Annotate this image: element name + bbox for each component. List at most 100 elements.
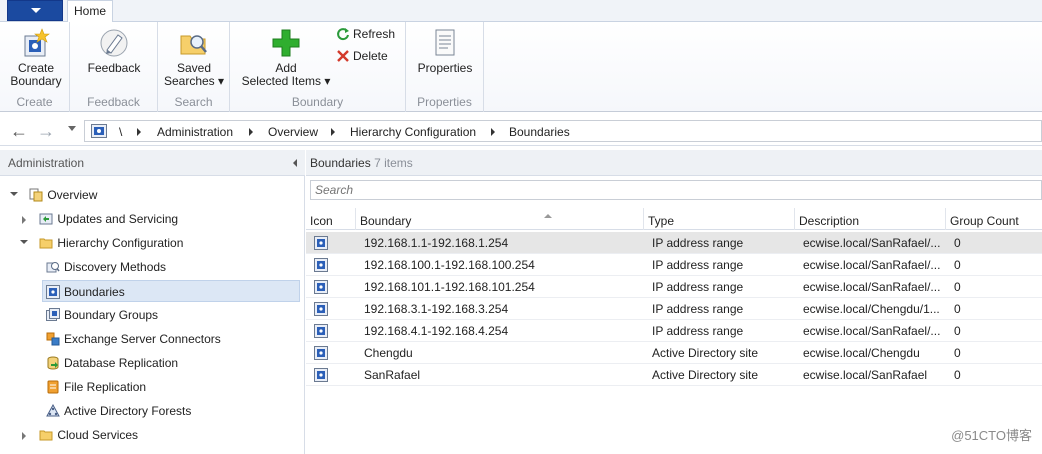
tree-item-active-directory-forests[interactable]: Active Directory Forests (46, 400, 191, 422)
tree-item-file-replication[interactable]: File Replication (46, 376, 146, 398)
boundary-groups-icon (46, 307, 60, 321)
cell-description: ecwise.local/Chengdu (803, 346, 920, 360)
group-label-boundary: Boundary (291, 95, 344, 109)
application-menu-button[interactable] (7, 0, 63, 21)
refresh-button[interactable]: Refresh (336, 26, 395, 42)
tree-item-exchange-server-connectors[interactable]: Exchange Server Connectors (46, 328, 221, 350)
console-root-icon (91, 124, 107, 141)
table-row[interactable]: 192.168.1.1-192.168.1.254 IP address rang… (306, 232, 1042, 254)
search-input[interactable] (311, 181, 1041, 199)
feedback-pen-icon (98, 27, 130, 59)
delete-x-icon (336, 49, 350, 63)
cell-group-count: 0 (954, 258, 961, 272)
ribbon-group-feedback: Feedback Feedback (70, 22, 158, 112)
cell-group-count: 0 (954, 280, 961, 294)
create-boundary-button[interactable]: Create Boundary (8, 27, 64, 88)
tree-item-hierarchy-configuration[interactable]: Hierarchy Configuration (20, 232, 183, 254)
properties-icon (429, 27, 461, 59)
tree-expander-icon[interactable] (22, 432, 26, 440)
ribbon-tab-bar: Home (0, 0, 1042, 23)
breadcrumb-boundaries[interactable]: Boundaries (509, 125, 570, 139)
collapse-pane-icon[interactable] (293, 159, 297, 167)
column-header-icon[interactable]: Icon (306, 208, 356, 230)
table-row[interactable]: Chengdu Active Directory site ecwise.local… (306, 342, 1042, 364)
tree-item-cloud-services[interactable]: Cloud Services (20, 424, 138, 446)
breadcrumb-hierarchy-configuration[interactable]: Hierarchy Configuration (350, 125, 476, 139)
results-pane: Boundaries 7 items Icon Boundary Type De… (306, 150, 1042, 454)
create-boundary-icon (20, 27, 52, 59)
tree-label-overview: Overview (47, 188, 98, 202)
boundary-icon (314, 367, 328, 389)
cell-type: IP address range (652, 302, 744, 316)
cell-type: IP address range (652, 324, 744, 338)
history-dropdown-icon[interactable] (68, 126, 76, 131)
tree-item-database-replication[interactable]: Database Replication (46, 352, 178, 374)
table-row[interactable]: 192.168.101.1-192.168.101.254 IP address … (306, 276, 1042, 298)
column-header-group-count[interactable]: Group Count (946, 208, 1042, 230)
feedback-label: Feedback (87, 61, 141, 75)
tree-item-discovery-methods[interactable]: Discovery Methods (46, 256, 166, 278)
breadcrumb-separator-icon[interactable] (491, 128, 495, 136)
tree-label-hierarchy-configuration: Hierarchy Configuration (57, 236, 184, 250)
breadcrumb-administration[interactable]: Administration (157, 125, 233, 139)
results-item-count: 7 items (374, 156, 413, 170)
navigation-pane: Administration Overview Updates and Serv… (0, 150, 305, 454)
breadcrumb-separator-icon[interactable] (137, 128, 141, 136)
address-bar: ← → \ Administration Overview Hierarchy … (0, 116, 1042, 146)
create-boundary-label-2: Boundary (10, 74, 62, 88)
table-row[interactable]: 192.168.4.1-192.168.4.254 IP address rang… (306, 320, 1042, 342)
properties-label: Properties (417, 61, 473, 75)
tree-label-database-replication: Database Replication (64, 356, 179, 370)
breadcrumb[interactable]: \ Administration Overview Hierarchy Conf… (84, 120, 1042, 142)
group-label-search: Search (174, 95, 213, 109)
table-row[interactable]: 192.168.100.1-192.168.100.254 IP address … (306, 254, 1042, 276)
tree-expander-icon[interactable] (10, 192, 18, 196)
breadcrumb-separator-icon[interactable] (331, 128, 335, 136)
tree-item-overview[interactable]: Overview (10, 184, 97, 206)
properties-button[interactable]: Properties (414, 27, 476, 75)
column-header-boundary[interactable]: Boundary (356, 208, 644, 230)
tab-home[interactable]: Home (67, 0, 113, 23)
search-field[interactable] (310, 180, 1042, 200)
results-title: Boundaries 7 items (310, 156, 413, 170)
tree-label-boundaries: Boundaries (64, 285, 125, 299)
cell-description: ecwise.local/Chengdu/1... (803, 302, 940, 316)
tree-item-boundary-groups[interactable]: Boundary Groups (46, 304, 158, 326)
results-title-text: Boundaries (310, 156, 371, 170)
table-row[interactable]: 192.168.3.1-192.168.3.254 IP address rang… (306, 298, 1042, 320)
active-directory-forest-icon (46, 403, 60, 417)
folder-icon (39, 235, 53, 249)
feedback-button[interactable]: Feedback (84, 27, 144, 75)
saved-searches-button[interactable]: Saved Searches ▾ (162, 27, 226, 88)
tree-expander-icon[interactable] (20, 240, 28, 244)
tree-item-boundaries[interactable]: Boundaries (42, 280, 300, 302)
breadcrumb-overview[interactable]: Overview (268, 125, 318, 139)
exchange-connector-icon (46, 331, 60, 346)
cell-description: ecwise.local/SanRafael/... (803, 280, 941, 294)
cell-group-count: 0 (954, 368, 961, 382)
delete-button[interactable]: Delete (336, 48, 388, 64)
column-header-description[interactable]: Description (795, 208, 946, 230)
back-arrow-icon[interactable]: ← (10, 122, 28, 140)
green-plus-icon (270, 27, 302, 59)
column-header-type[interactable]: Type (644, 208, 795, 230)
tree-label-active-directory-forests: Active Directory Forests (64, 404, 192, 418)
group-label-feedback: Feedback (87, 95, 140, 109)
cell-type: IP address range (652, 236, 744, 250)
cell-description: ecwise.local/SanRafael/... (803, 236, 941, 250)
breadcrumb-separator-icon[interactable] (249, 128, 253, 136)
tree-item-updates-and-servicing[interactable]: Updates and Servicing (20, 208, 178, 230)
cell-description: ecwise.local/SanRafael/... (803, 324, 941, 338)
cell-group-count: 0 (954, 236, 961, 250)
database-replication-icon (46, 355, 60, 370)
add-selected-items-label-2: Selected Items ▾ (241, 74, 331, 88)
forward-arrow-icon[interactable]: → (37, 122, 55, 140)
cell-boundary: Chengdu (364, 346, 413, 360)
cell-type: Active Directory site (652, 346, 759, 360)
table-row[interactable]: SanRafael Active Directory site ecwise.loc… (306, 364, 1042, 386)
tree-expander-icon[interactable] (22, 216, 26, 224)
add-selected-items-label-1: Add (275, 61, 297, 75)
tree-label-updates-and-servicing: Updates and Servicing (57, 212, 179, 226)
add-selected-items-button[interactable]: Add Selected Items ▾ (238, 27, 334, 88)
breadcrumb-root[interactable]: \ (119, 125, 122, 139)
